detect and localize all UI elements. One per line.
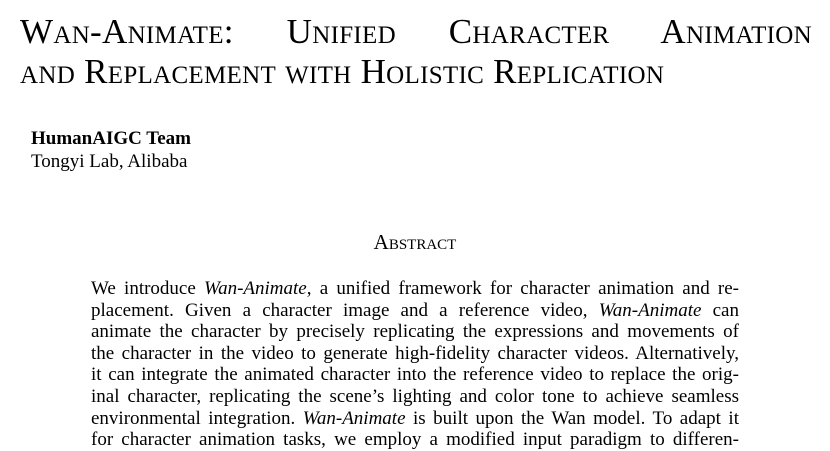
emphasized-text: Wan-Animate [302,407,406,429]
abstract-line: it can integrate the animated character … [91,364,739,386]
emphasized-text: Wan-Animate [598,299,702,321]
paper-title-line-2: and Replacement with Holistic Replicatio… [20,52,665,91]
abstract-body: We introduce Wan-Animate, a unified fram… [91,278,739,451]
abstract-line: the character in the video to generate h… [91,343,739,365]
text-run: placement. Given a character image and a… [91,299,599,321]
text-run: animate the character by precisely repli… [91,321,739,343]
abstract-line: for character animation tasks, we employ… [91,429,739,451]
text-run: , a unified framework for character anim… [306,278,739,299]
text-run: it can integrate the animated character … [91,364,739,386]
emphasized-text: Wan-Animate [204,278,307,299]
abstract-line: inal character, replicating the scene’s … [91,386,739,408]
paper-title-line-1: Wan-Animate: Unified Character Animation [20,12,812,51]
abstract-line: placement. Given a character image and a… [91,300,739,322]
author: HumanAIGC Team [31,128,191,149]
abstract-line: We introduce Wan-Animate, a unified fram… [91,278,739,300]
abstract-line: animate the character by precisely repli… [91,321,739,343]
text-run: is built upon the Wan model. To adapt it [405,407,739,429]
abstract-line: environmental integration. Wan-Animate i… [91,408,739,430]
text-run: environmental integration. [91,407,303,429]
text-run: We introduce [91,278,205,299]
text-run: for character animation tasks, we employ… [91,429,739,451]
text-run: inal character, replicating the scene’s … [91,385,739,407]
affiliation: Tongyi Lab, Alibaba [31,151,188,172]
abstract-heading: Abstract [373,230,457,254]
text-run: can [701,299,739,321]
text-run: the character in the video to generate h… [91,342,739,364]
